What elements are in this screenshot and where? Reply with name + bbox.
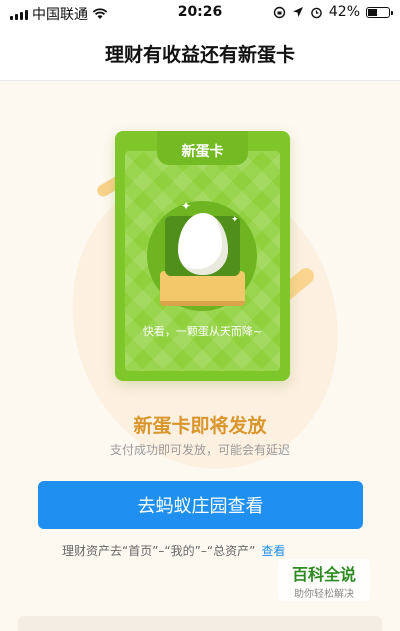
watermark-subtitle: 助你轻松解决 xyxy=(294,589,354,600)
status-right: 42% xyxy=(273,4,393,20)
asset-hint: 理财资产去“首页”–“我的”–“总资产” 查看 xyxy=(62,542,285,559)
new-egg-card: 新蛋卡 ✦ ✦ 快看，一颗蛋从天而降~ xyxy=(115,131,290,381)
sparkle-icon: ✦ xyxy=(231,215,239,225)
page-title: 理财有收益还有新蛋卡 xyxy=(104,44,295,66)
status-bar: 中国联通 20:26 42% xyxy=(0,0,400,26)
watermark-title: 百科全说 xyxy=(291,565,356,584)
sparkle-icon: ✦ xyxy=(181,199,192,213)
orientation-lock-icon xyxy=(273,6,286,18)
status-headline: 新蛋卡即将发放 xyxy=(133,415,267,437)
card-title: 新蛋卡 xyxy=(181,144,224,160)
bottom-info-panel xyxy=(18,616,382,631)
battery-icon xyxy=(366,6,393,18)
navigation-bar: 理财有收益还有新蛋卡 xyxy=(0,26,400,81)
main-content: 新蛋卡 ✦ ✦ 快看，一颗蛋从天而降~ 新蛋卡即将发放 支付成功即可发放，可能会… xyxy=(0,81,400,631)
status-subtext: 支付成功即可发放，可能会有延迟 xyxy=(109,443,290,457)
asset-hint-text: 理财资产去“首页”–“我的”–“总资产” xyxy=(62,544,256,558)
view-assets-link[interactable]: 查看 xyxy=(261,544,285,558)
watermark-logo: 百科全说 助你轻松解决 xyxy=(278,559,370,601)
grass-pedestal xyxy=(160,271,245,306)
location-arrow-icon xyxy=(292,7,303,17)
card-slogan: 快看，一颗蛋从天而降~ xyxy=(142,325,263,338)
battery-percent: 42% xyxy=(328,4,360,20)
alarm-clock-icon xyxy=(311,7,322,18)
view-ant-farm-button[interactable]: 去蚂蚁庄园查看 xyxy=(38,481,363,529)
